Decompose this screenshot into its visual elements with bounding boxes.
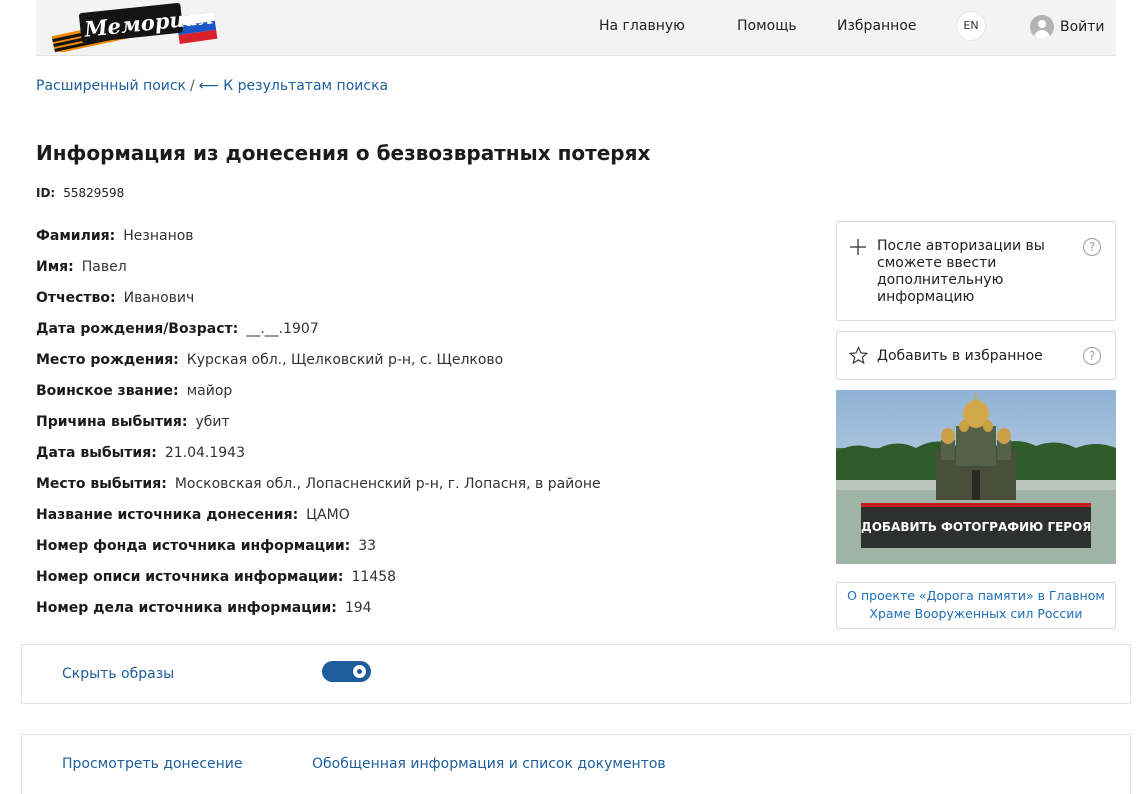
hide-images-label: Скрыть образы [62, 666, 175, 682]
document-links-panel: Просмотреть донесение Обобщенная информа… [21, 734, 1131, 794]
star-icon [849, 346, 868, 365]
breadcrumb-separator: / [190, 78, 195, 94]
field-row: Название источника донесения: ЦАМО [36, 507, 816, 538]
field-value: убит [195, 414, 230, 430]
memorial-logo[interactable]: Мемориал [50, 2, 222, 52]
field-row: Отчество: Иванович [36, 290, 816, 321]
login-label: Войти [1060, 19, 1105, 35]
record-id: ID: 55829598 [36, 186, 124, 200]
field-value: Павел [81, 259, 127, 275]
field-value: 33 [358, 538, 377, 554]
field-label: Место выбытия: [36, 476, 167, 492]
field-label: Место рождения: [36, 352, 179, 368]
hide-images-toggle[interactable] [322, 661, 371, 682]
field-value: Курская обл., Щелковский р-н, с. Щелково [186, 352, 504, 368]
login-button[interactable]: Войти [1030, 13, 1105, 41]
field-label: Причина выбытия: [36, 414, 188, 430]
question-icon[interactable]: ? [1083, 238, 1101, 256]
nav-home[interactable]: На главную [599, 18, 685, 34]
field-row: Номер описи источника информации: 11458 [36, 569, 816, 600]
field-value: 194 [344, 600, 372, 616]
field-row: Дата выбытия: 21.04.1943 [36, 445, 816, 476]
field-label: Воинское звание: [36, 383, 179, 399]
field-label: Номер фонда источника информации: [36, 538, 351, 554]
add-hero-photo-banner[interactable]: ДОБАВИТЬ ФОТОГРАФИЮ ГЕРОЯ [836, 390, 1116, 564]
add-info-text: После авторизации вы сможете ввести допо… [877, 238, 1045, 305]
field-row: Дата рождения/Возраст: __.__.1907 [36, 321, 816, 352]
site-header: Мемориал На главную Помощь Избранное EN … [36, 0, 1116, 56]
field-label: Дата выбытия: [36, 445, 157, 461]
view-report-link[interactable]: Просмотреть донесение [62, 756, 243, 772]
field-label: Название источника донесения: [36, 507, 299, 523]
field-value: Иванович [123, 290, 195, 306]
field-row: Воинское звание: майор [36, 383, 816, 414]
language-switch-button[interactable]: EN [956, 11, 986, 41]
nav-favorites[interactable]: Избранное [837, 18, 917, 34]
record-id-value: 55829598 [63, 186, 125, 200]
plus-icon [850, 239, 866, 255]
field-label: Имя: [36, 259, 74, 275]
field-row: Фамилия: Незнанов [36, 228, 816, 259]
field-value: майор [186, 383, 233, 399]
add-info-box[interactable]: После авторизации вы сможете ввести допо… [836, 221, 1116, 321]
field-value: __.__.1907 [246, 321, 319, 337]
field-value: 11458 [351, 569, 397, 585]
field-row: Место выбытия: Московская обл., Лопасненс… [36, 476, 816, 507]
page-title: Информация из донесения о безвозвратных … [36, 141, 651, 165]
field-value: 21.04.1943 [164, 445, 245, 461]
breadcrumb: Расширенный поиск / ⟵ К результатам поиска [36, 78, 388, 94]
field-label: Фамилия: [36, 228, 116, 244]
field-value: Незнанов [123, 228, 194, 244]
record-id-label: ID: [36, 186, 56, 200]
record-fields: Фамилия: Незнанов Имя: Павел Отчество: Иван… [36, 228, 816, 631]
question-icon[interactable]: ? [1083, 347, 1101, 365]
breadcrumb-advanced-search[interactable]: Расширенный поиск [36, 78, 186, 94]
user-icon [1030, 15, 1054, 39]
add-to-favorites-label: Добавить в избранное [877, 348, 1043, 364]
field-label: Номер дела источника информации: [36, 600, 337, 616]
field-row: Имя: Павел [36, 259, 816, 290]
field-label: Дата рождения/Возраст: [36, 321, 239, 337]
field-value: Московская обл., Лопасненский р-н, г. Ло… [174, 476, 601, 492]
field-row: Номер дела источника информации: 194 [36, 600, 816, 631]
field-row: Номер фонда источника информации: 33 [36, 538, 816, 569]
toggle-knob-dot [357, 669, 362, 674]
field-value: ЦАМО [306, 507, 350, 523]
field-row: Причина выбытия: убит [36, 414, 816, 445]
about-project-link[interactable]: О проекте «Дорога памяти» в Главном Храм… [836, 582, 1116, 629]
nav-help[interactable]: Помощь [737, 18, 797, 34]
field-label: Номер описи источника информации: [36, 569, 344, 585]
add-to-favorites-button[interactable]: Добавить в избранное ? [836, 331, 1116, 380]
breadcrumb-back-to-results[interactable]: ⟵ К результатам поиска [199, 78, 388, 94]
field-label: Отчество: [36, 290, 116, 306]
summary-documents-link[interactable]: Обобщенная информация и список документо… [312, 756, 666, 772]
hide-images-panel: Скрыть образы [21, 644, 1131, 704]
add-hero-photo-button[interactable]: ДОБАВИТЬ ФОТОГРАФИЮ ГЕРОЯ [861, 503, 1092, 548]
field-row: Место рождения: Курская обл., Щелковский … [36, 352, 816, 383]
